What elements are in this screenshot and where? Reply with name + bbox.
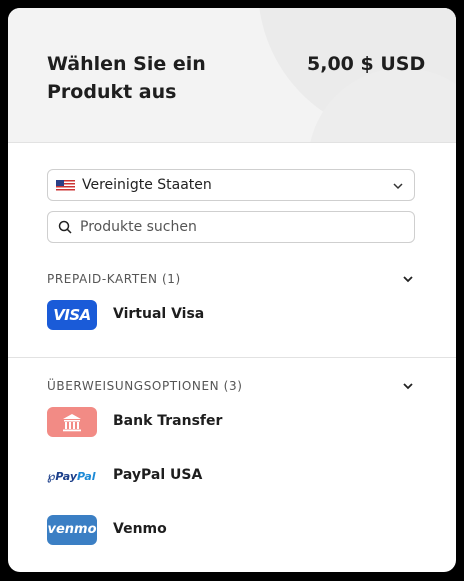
product-picker-card: Wählen Sie ein Produkt aus 5,00 $ USD Ve…: [8, 8, 456, 572]
search-input[interactable]: [80, 215, 400, 239]
price-label: 5,00 $ USD: [307, 53, 426, 75]
us-flag-icon: [56, 180, 75, 191]
venmo-logo-icon: venmo: [47, 515, 97, 545]
chevron-down-icon: [393, 183, 403, 190]
country-select[interactable]: Vereinigte Staaten: [47, 169, 415, 201]
search-icon: [58, 220, 72, 234]
visa-logo-icon: VISA: [47, 300, 97, 330]
header: Wählen Sie ein Produkt aus 5,00 $ USD: [8, 8, 456, 143]
product-item-paypal-usa[interactable]: ℘PayPal PayPal USA: [47, 461, 417, 493]
search-field[interactable]: [47, 211, 415, 243]
product-label: Virtual Visa: [113, 306, 205, 322]
chevron-down-icon: [403, 383, 413, 390]
paypal-logo-text-pal: Pal: [77, 470, 96, 483]
product-item-venmo[interactable]: venmo Venmo: [47, 515, 417, 547]
section-label: PREPAID-KARTEN (1): [47, 272, 181, 286]
divider: [8, 357, 456, 358]
product-label: PayPal USA: [113, 467, 203, 483]
paypal-logo-icon: ℘PayPal: [47, 469, 96, 483]
bank-icon: [47, 407, 97, 437]
product-label: Bank Transfer: [113, 413, 223, 429]
chevron-down-icon: [403, 276, 413, 283]
country-select-value: Vereinigte Staaten: [82, 177, 212, 193]
product-label: Venmo: [113, 521, 167, 537]
page-title: Wählen Sie ein Produkt aus: [47, 53, 206, 103]
paypal-logo-text-pay: Pay: [55, 470, 77, 483]
product-item-virtual-visa[interactable]: VISA Virtual Visa: [47, 300, 417, 332]
product-item-bank-transfer[interactable]: Bank Transfer: [47, 407, 417, 439]
section-label: ÜBERWEISUNGSOPTIONEN (3): [47, 379, 243, 393]
section-prepaid-cards[interactable]: PREPAID-KARTEN (1): [47, 270, 417, 290]
section-transfer-options[interactable]: ÜBERWEISUNGSOPTIONEN (3): [47, 377, 417, 397]
